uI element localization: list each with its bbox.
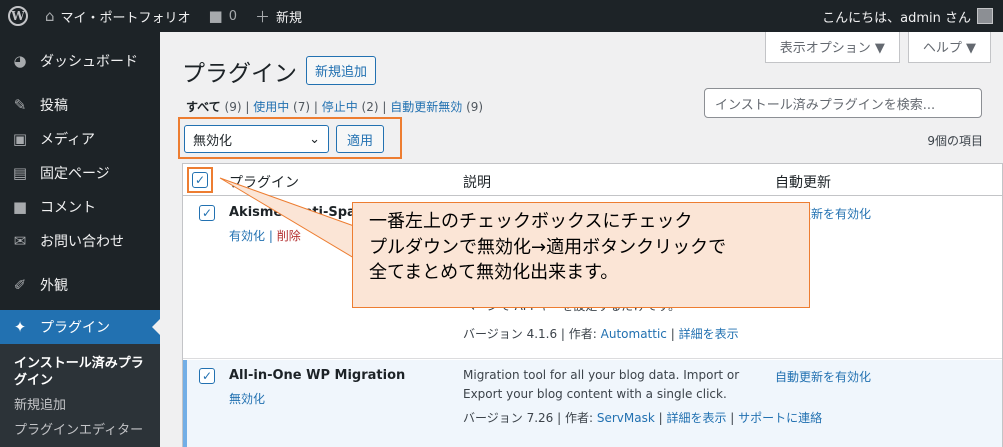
callout-line: 全てまとめて無効化出来ます。 <box>369 262 619 284</box>
callout-line: 一番左上のチェックボックスにチェック <box>369 211 693 232</box>
instruction-callout: 一番左上のチェックボックスにチェック プルダウンで無効化→適用ボタンクリックで … <box>352 202 810 308</box>
callout-line: プルダウンで無効化→適用ボタンクリックで <box>369 236 727 258</box>
